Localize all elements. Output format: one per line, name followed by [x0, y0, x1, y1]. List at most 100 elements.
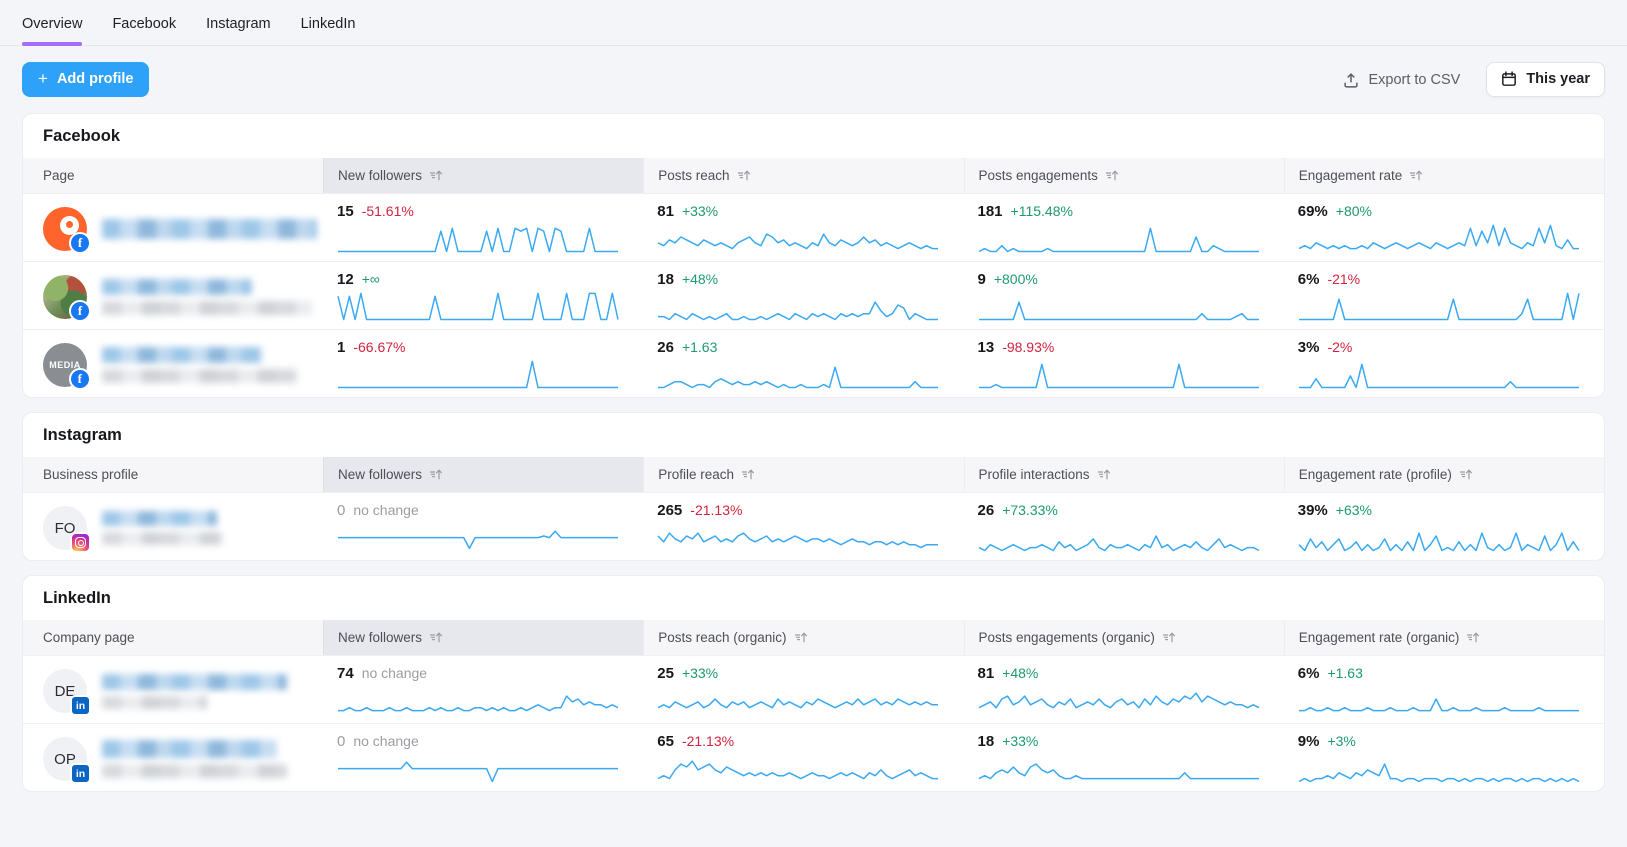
column-header-profile-interactions[interactable]: Profile interactions [964, 457, 1284, 492]
metric-cell[interactable]: 81 +33% [643, 194, 963, 261]
column-header-new-followers[interactable]: New followers [323, 620, 643, 655]
metric-cell[interactable]: 9% +3% [1284, 724, 1604, 791]
active-tab-underline [112, 42, 176, 46]
trend-sparkline [337, 221, 629, 255]
sort-ascending-icon [794, 631, 808, 644]
tab-overview[interactable]: Overview [22, 2, 82, 45]
metric-cell[interactable]: 26 +1.63 [643, 330, 963, 397]
column-header-engagement-rate-organic[interactable]: Engagement rate (organic) [1284, 620, 1604, 655]
metric-cell[interactable]: 18 +33% [964, 724, 1284, 791]
metric-cell[interactable]: 265 -21.13% [643, 493, 963, 560]
metric-delta: +1.63 [1327, 665, 1362, 681]
column-header-engagement-rate[interactable]: Engagement rate [1284, 158, 1604, 193]
sort-ascending-icon [429, 169, 443, 182]
metric-cell[interactable]: 3% -2% [1284, 330, 1604, 397]
profile-cell[interactable]: FO [23, 493, 323, 560]
column-header-new-followers[interactable]: New followers [323, 158, 643, 193]
metric-cell[interactable]: 0 no change [323, 724, 643, 791]
toolbar-right: Export to CSV This year [1343, 62, 1605, 97]
redacted-profile-name [102, 696, 207, 709]
table-row: MEDIA f 1 -66.67% 26 +1.63 [23, 329, 1604, 397]
section-title-facebook: Facebook [23, 114, 1604, 158]
metric-cell[interactable]: 81 +48% [964, 656, 1284, 723]
column-header-new-followers[interactable]: New followers [323, 457, 643, 492]
redacted-profile-name [102, 674, 287, 690]
profile-cell[interactable]: MEDIA f [23, 330, 323, 397]
trend-sparkline [1298, 751, 1590, 785]
date-range-label: This year [1526, 71, 1590, 87]
column-header-engagement-rate-profile[interactable]: Engagement rate (profile) [1284, 457, 1604, 492]
column-header-profile-reach[interactable]: Profile reach [643, 457, 963, 492]
section-linkedin: LinkedIn Company page New followers Post… [22, 575, 1605, 792]
metric-cell[interactable]: 13 -98.93% [964, 330, 1284, 397]
metric-value: 26 [657, 339, 674, 356]
metric-value: 181 [978, 203, 1003, 220]
metric-cell[interactable]: 18 +48% [643, 262, 963, 329]
metric-cell[interactable]: 6% +1.63 [1284, 656, 1604, 723]
column-header-posts-reach[interactable]: Posts reach [643, 158, 963, 193]
active-tab-underline [22, 42, 82, 46]
export-csv-button[interactable]: Export to CSV [1343, 72, 1460, 88]
trend-sparkline [337, 520, 629, 554]
metric-delta: -2% [1327, 339, 1352, 355]
toolbar: + Add profile Export to CSV This year [22, 62, 1605, 97]
metric-value: 39% [1298, 502, 1328, 519]
profile-avatar: f [43, 207, 87, 251]
sort-ascending-icon [737, 169, 751, 182]
profile-cell[interactable]: OP in [23, 724, 323, 791]
metric-cell[interactable]: 15 -51.61% [323, 194, 643, 261]
column-header-posts-reach-organic[interactable]: Posts reach (organic) [643, 620, 963, 655]
redacted-profile-name [102, 219, 317, 239]
linkedin-badge-icon: in [70, 763, 91, 784]
metric-delta: -51.61% [362, 203, 414, 219]
metric-delta: no change [362, 665, 427, 681]
facebook-badge-icon: f [69, 232, 91, 254]
tab-instagram[interactable]: Instagram [206, 2, 270, 45]
metric-value: 81 [978, 665, 995, 682]
metric-cell[interactable]: 12 +∞ [323, 262, 643, 329]
metric-value: 18 [657, 271, 674, 288]
upload-icon [1343, 72, 1359, 88]
metric-cell[interactable]: 74 no change [323, 656, 643, 723]
metric-cell[interactable]: 9 +800% [964, 262, 1284, 329]
profile-name-block [102, 279, 312, 315]
redacted-profile-name [102, 764, 287, 778]
trend-sparkline [978, 751, 1270, 785]
profile-name-block [102, 511, 222, 545]
table-row: f 15 -51.61% 81 +33% [23, 193, 1604, 261]
social-tracker-page: Overview Facebook Instagram LinkedIn + Add … [0, 0, 1627, 847]
facebook-badge-icon: f [69, 300, 91, 322]
tab-facebook[interactable]: Facebook [112, 2, 176, 45]
profile-cell[interactable]: f [23, 262, 323, 329]
metric-cell[interactable]: 0 no change [323, 493, 643, 560]
metric-delta: +63% [1336, 502, 1372, 518]
metric-delta: +1.63 [682, 339, 717, 355]
column-header-posts-engagements[interactable]: Posts engagements [964, 158, 1284, 193]
metric-value: 69% [1298, 203, 1328, 220]
metric-cell[interactable]: 65 -21.13% [643, 724, 963, 791]
profile-cell[interactable]: DE in [23, 656, 323, 723]
column-header-posts-engagements-organic[interactable]: Posts engagements (organic) [964, 620, 1284, 655]
redacted-profile-name [102, 369, 297, 383]
metric-cell[interactable]: 39% +63% [1284, 493, 1604, 560]
tab-linkedin[interactable]: LinkedIn [301, 2, 356, 45]
add-profile-button[interactable]: + Add profile [22, 62, 149, 97]
date-range-button[interactable]: This year [1486, 62, 1605, 97]
sort-ascending-icon [1097, 468, 1111, 481]
metric-cell[interactable]: 26 +73.33% [964, 493, 1284, 560]
profile-cell[interactable]: f [23, 194, 323, 261]
trend-sparkline [1298, 221, 1590, 255]
metric-cell[interactable]: 181 +115.48% [964, 194, 1284, 261]
metric-value: 1 [337, 339, 345, 356]
table-row: DE in 74 no change 25 +33% [23, 655, 1604, 723]
trend-sparkline [657, 289, 949, 323]
trend-sparkline [337, 683, 629, 717]
metric-cell[interactable]: 69% +80% [1284, 194, 1604, 261]
metric-cell[interactable]: 25 +33% [643, 656, 963, 723]
metric-cell[interactable]: 6% -21% [1284, 262, 1604, 329]
metric-delta: +∞ [362, 271, 380, 287]
table-row: OP in 0 no change 65 -21.13% [23, 723, 1604, 791]
trend-sparkline [978, 357, 1270, 391]
metric-cell[interactable]: 1 -66.67% [323, 330, 643, 397]
metric-delta: +115.48% [1011, 203, 1073, 219]
